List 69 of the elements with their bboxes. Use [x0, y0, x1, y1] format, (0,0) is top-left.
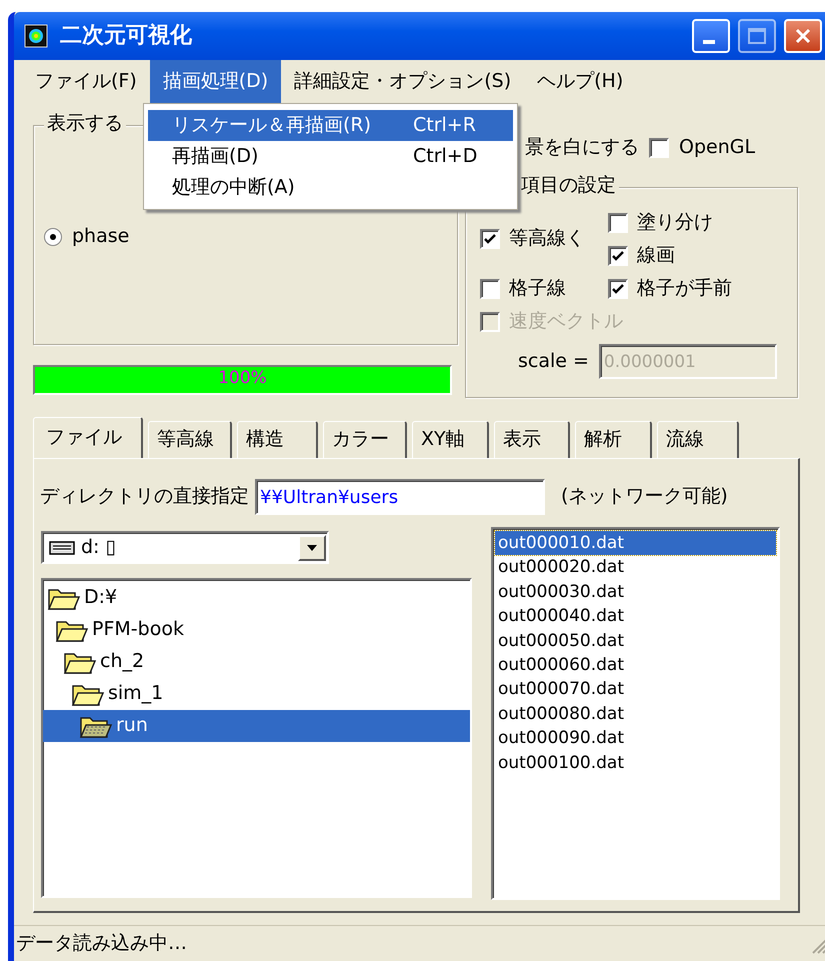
field-note: (ネットワーク可能)	[561, 486, 728, 508]
menu-entry[interactable]: リスケール＆再描画(R) Ctrl+R	[148, 110, 513, 141]
tab[interactable]: 解析	[575, 421, 652, 458]
tab[interactable]: ファイル	[33, 417, 143, 458]
file-item[interactable]: out000090.dat	[495, 726, 776, 751]
caret-icon	[307, 544, 317, 550]
drive-icon	[49, 540, 75, 556]
menu-entry[interactable]: 処理の中断(A)	[148, 172, 513, 203]
progress-text: 100%	[217, 369, 268, 389]
file-item[interactable]: out000020.dat	[495, 555, 776, 580]
checkbox[interactable]	[608, 212, 628, 232]
file-item[interactable]: out000010.dat	[495, 531, 776, 556]
tab[interactable]: 構造	[237, 421, 318, 458]
checkbox-label: 塗り分け	[637, 212, 713, 234]
close-icon	[793, 26, 813, 46]
drive-dropdown[interactable]: d: ▯	[41, 531, 329, 564]
field-label: scale =	[518, 350, 589, 372]
tab[interactable]: カラー	[323, 421, 407, 458]
close-button[interactable]	[784, 19, 822, 53]
minimize-icon	[703, 40, 715, 44]
checkbox-label: 速度ベクトル	[509, 310, 623, 332]
tab[interactable]: 流線	[657, 421, 739, 458]
file-item[interactable]: out000040.dat	[495, 604, 776, 629]
checkbox-label: 線画	[637, 244, 675, 266]
checkbox-label: 格子が手前	[637, 278, 732, 300]
checkbox[interactable]	[608, 278, 628, 298]
group-title: 表示する	[44, 113, 126, 135]
radio-button[interactable]	[44, 228, 62, 246]
menu-item[interactable]: 描画処理(D)	[150, 60, 282, 103]
tree-item[interactable]: sim_1	[43, 678, 470, 710]
tab[interactable]: 等高線	[148, 421, 232, 458]
maximize-button[interactable]	[738, 19, 776, 53]
checkbox-label: OpenGL	[679, 137, 756, 159]
checkmark-icon	[483, 232, 497, 246]
checkbox[interactable]	[649, 138, 669, 158]
file-item[interactable]: out000060.dat	[495, 653, 776, 678]
menu-entry[interactable]: 再描画(D) Ctrl+D	[148, 141, 513, 172]
file-item[interactable]: out000050.dat	[495, 628, 776, 654]
menu-item[interactable]: ヘルプ(H)	[524, 60, 636, 103]
menu-item[interactable]: 詳細設定・オプション(S)	[281, 60, 524, 103]
app-icon	[24, 24, 48, 48]
checkbox-label: 景を白にする	[525, 137, 639, 159]
checkbox-label: 等高線く	[509, 228, 585, 250]
tab[interactable]: 表示	[494, 421, 570, 458]
checkmark-icon	[611, 282, 625, 296]
checkbox[interactable]	[480, 278, 500, 298]
tree-item[interactable]: D:¥	[43, 582, 470, 614]
input-field[interactable]: ¥¥Ultran¥users	[255, 479, 545, 515]
dropdown-arrow-button[interactable]	[298, 534, 326, 560]
tree-item[interactable]: ch_2	[43, 646, 470, 678]
radio-label: phase	[72, 226, 130, 248]
checkbox[interactable]	[608, 246, 628, 266]
field-label: ディレクトリの直接指定	[40, 486, 249, 508]
checkbox[interactable]	[480, 229, 500, 249]
maximize-icon	[747, 27, 767, 45]
checkbox-label: 格子線	[509, 278, 566, 300]
checkmark-icon	[611, 248, 625, 262]
file-item[interactable]: out000030.dat	[495, 580, 776, 604]
group-title: 項目の設定	[518, 175, 619, 197]
window-title: 二次元可視化	[60, 23, 192, 49]
tab[interactable]: XY軸	[412, 421, 489, 458]
tree-item[interactable]: PFM-book	[43, 614, 470, 646]
status-text: データ読み込み中…	[16, 932, 187, 954]
file-item[interactable]: out000100.dat	[495, 750, 776, 776]
menu-item[interactable]: ファイル(F)	[22, 60, 150, 103]
file-item[interactable]: out000070.dat	[495, 677, 776, 702]
file-item[interactable]: out000080.dat	[495, 702, 776, 726]
tree-item[interactable]: run	[43, 710, 470, 742]
minimize-button[interactable]	[692, 19, 730, 53]
